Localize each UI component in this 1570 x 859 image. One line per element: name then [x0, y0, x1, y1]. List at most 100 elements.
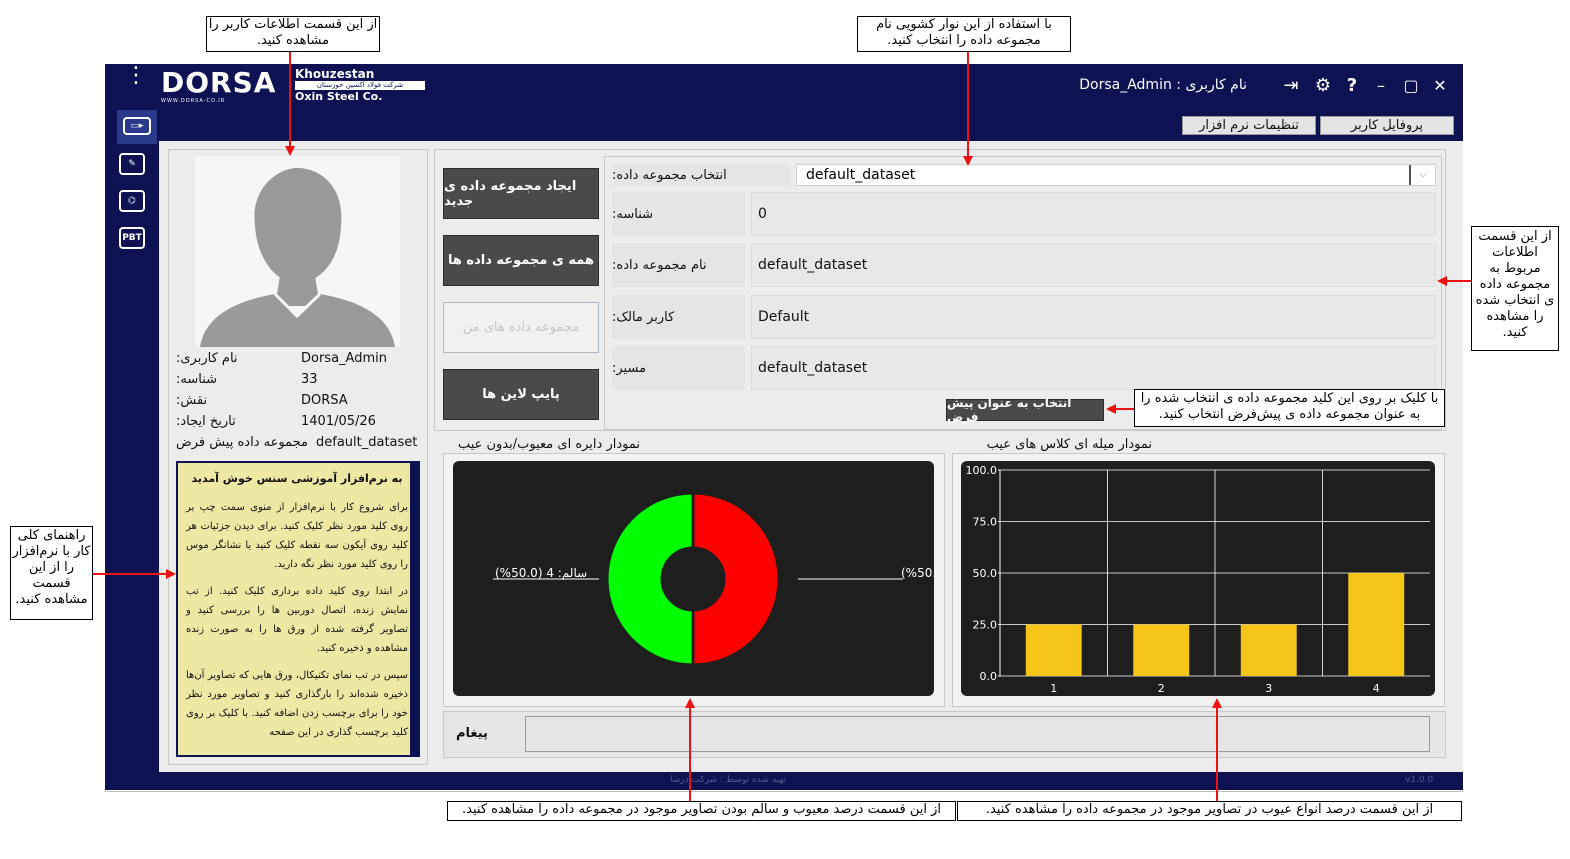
bar-ytick-label: 75.0 — [973, 516, 998, 529]
user-row: تاریخ ایجاد: 1401/05/26 — [176, 411, 421, 432]
welcome-scrollbar[interactable] — [410, 463, 418, 755]
version-text: v1.0.0 — [1405, 775, 1434, 785]
bar — [1133, 624, 1190, 676]
callout-user-info: از این قسمت اطلاعات کاربر را مشاهده کنید… — [206, 16, 380, 52]
bar-ytick-label: 50.0 — [973, 567, 998, 580]
arrowhead-icon — [1437, 276, 1447, 286]
user-row-label: شناسه: — [176, 372, 218, 387]
arrow-user-info — [289, 52, 291, 146]
dataset-dropdown-value: default_dataset — [806, 167, 916, 183]
dataset-field-label: کاربر مالک: — [612, 295, 745, 339]
close-icon[interactable]: ✕ — [1430, 76, 1450, 95]
pipelines-button[interactable]: پایپ لاین ها — [443, 369, 599, 420]
arrowhead-icon — [1106, 404, 1116, 414]
sidebar-item-pbt[interactable]: PBT — [119, 227, 145, 249]
create-dataset-button[interactable]: ایجاد مجموعه داده ی جدید — [443, 168, 599, 219]
sidebar-item-data-acquisition[interactable]: ▭▸ — [117, 110, 157, 144]
pie-chart: معیوب: 4 (50.0%) سالم: 4 (50.0%) — [453, 461, 1001, 696]
arrowhead-icon — [166, 569, 176, 579]
callout-default-button: با کلیک بر روی این کلید مجموعه داده ی ان… — [1134, 389, 1445, 427]
avatar-silhouette-icon — [200, 168, 395, 347]
bar-xtick-label: 1 — [1050, 682, 1057, 695]
bar-ytick-label: 25.0 — [973, 619, 998, 632]
dataset-field-value: default_dataset — [751, 243, 1436, 287]
camera-icon: ▭▸ — [123, 117, 151, 135]
dorsa-logo: DORSA WWW.DORSA-CO.IR — [161, 66, 277, 105]
user-details: نام کاربری: Dorsa_Admin شناسه: 33 نقش: D… — [176, 348, 421, 453]
status-bar: تهیه شده توسط : شرکت درسا v1.0.0 — [105, 772, 1463, 790]
arrow-dropdown — [967, 52, 969, 156]
sidebar-item-pipeline[interactable]: ⌬ — [119, 190, 145, 212]
bar-ytick-label: 100.0 — [966, 464, 998, 477]
user-row-value: 33 — [301, 372, 318, 387]
callout-guide: راهنمای کلی کار با نرم‌افزار را از این ق… — [10, 526, 93, 620]
callout-bar: از این قسمت درصد انواع عیوب در تصاویر مو… — [957, 801, 1462, 821]
message-field — [525, 716, 1430, 752]
dataset-field-value: Default — [751, 295, 1436, 339]
oxin-logo-bottom: Oxin Steel Co. — [295, 90, 383, 103]
bar-ytick-label: 0.0 — [980, 670, 998, 683]
bar-chart-svg: 0.0 25.0 50.0 75.0 100.0 1 2 3 4 — [966, 464, 1430, 695]
more-menu-icon[interactable]: ⋮ — [125, 65, 147, 87]
user-row-label: مجموعه داده پیش فرض — [176, 435, 308, 450]
callout-dataset-info: از این قسمت اطلاعات مربوط به مجموعه داده… — [1471, 226, 1559, 351]
pbt-icon: PBT — [122, 233, 142, 243]
user-row-label: نقش: — [176, 393, 208, 408]
bar-chart: 0.0 25.0 50.0 75.0 100.0 1 2 3 4 — [961, 461, 1435, 696]
maximize-icon[interactable]: ▢ — [1401, 76, 1421, 95]
dorsa-logo-text: DORSA — [161, 66, 277, 99]
oxin-logo-top: Khouzestan — [295, 67, 375, 81]
current-user-label: نام کاربری : Dorsa_Admin — [1079, 77, 1247, 93]
set-default-button[interactable]: انتخاب به عنوان پیش فرض — [946, 396, 1104, 424]
callout-pie: از این قسمت درصد معیوب و سالم بودن تصاوی… — [447, 801, 956, 821]
welcome-paragraph: سپس در تب نمای تکنیکال، ورق هایی که تصاو… — [186, 670, 408, 738]
pie-slice — [605, 491, 695, 667]
welcome-title: به نرم‌افزار آموزشی سنس خوش آمدید — [191, 472, 403, 485]
arrowhead-icon — [685, 698, 695, 708]
dataset-field-label: مسیر: — [612, 346, 745, 390]
edit-icon: ✎ — [128, 159, 136, 169]
message-label: پیغام — [456, 726, 488, 741]
avatar — [195, 156, 400, 347]
welcome-paragraph: در ابتدا روی کلید داده برداری کلیک کنید.… — [186, 586, 408, 654]
share-icon: ⌬ — [128, 196, 136, 206]
dataset-field-value: default_dataset — [751, 346, 1436, 390]
all-datasets-button[interactable]: همه ی مجموعه داده ها — [443, 235, 599, 286]
user-row-value: DORSA — [301, 393, 348, 408]
user-row: نقش: DORSA — [176, 390, 421, 411]
bar — [1025, 624, 1082, 676]
bar-xtick-label: 2 — [1158, 682, 1165, 695]
pie-label-healthy: سالم: 4 (50.0%) — [495, 566, 587, 580]
arrow-default-button — [1116, 408, 1134, 410]
pie-slice — [691, 491, 781, 667]
profile-menu-button[interactable]: پروفایل کاربر — [1320, 116, 1454, 135]
oxin-logo-mid: شرکت فولاد اکسین خوزستان — [295, 81, 425, 90]
user-row-label: نام کاربری: — [176, 351, 238, 366]
bar — [1240, 624, 1297, 676]
settings-menu-button[interactable]: تنظیمات نرم افزار — [1182, 116, 1316, 135]
logout-icon[interactable]: ⇥ — [1281, 76, 1301, 96]
bar-xtick-label: 3 — [1265, 682, 1272, 695]
dataset-dropdown[interactable]: default_dataset ⌵ — [796, 164, 1436, 186]
bar-chart-title: نمودار میله ای کلاس های عیب — [986, 437, 1152, 452]
arrowhead-icon — [963, 156, 973, 166]
minimize-icon[interactable]: – — [1371, 76, 1391, 95]
user-row-value: Dorsa_Admin — [301, 351, 387, 366]
help-icon[interactable]: ? — [1342, 76, 1362, 96]
arrow-guide — [93, 573, 166, 575]
callout-dropdown: با استفاده از این نوار کشویی نام مجموعه … — [857, 16, 1071, 52]
welcome-guide-box[interactable]: به نرم‌افزار آموزشی سنس خوش آمدید برای ش… — [176, 461, 420, 757]
dataset-field-label: نام مجموعه داده: — [612, 243, 745, 287]
gear-icon[interactable]: ⚙ — [1313, 76, 1333, 96]
title-bar: ⋮ DORSA WWW.DORSA-CO.IR Khouzestan شرکت … — [105, 64, 1463, 108]
arrow-bar — [1216, 708, 1218, 801]
arrow-pie — [689, 708, 691, 801]
user-row: مجموعه داده پیش فرض default_dataset — [176, 432, 421, 453]
window-bottom-border — [105, 791, 1463, 792]
welcome-paragraph: برای شروع کار با نرم‌افزار از منوی سمت چ… — [186, 502, 408, 570]
chevron-down-icon[interactable]: ⌵ — [1409, 165, 1435, 185]
bar — [1348, 573, 1405, 676]
dataset-field-value: 0 — [751, 192, 1436, 236]
sidebar-item-labeling[interactable]: ✎ — [119, 153, 145, 175]
my-datasets-button[interactable]: مجموعه داده های من — [443, 302, 599, 353]
